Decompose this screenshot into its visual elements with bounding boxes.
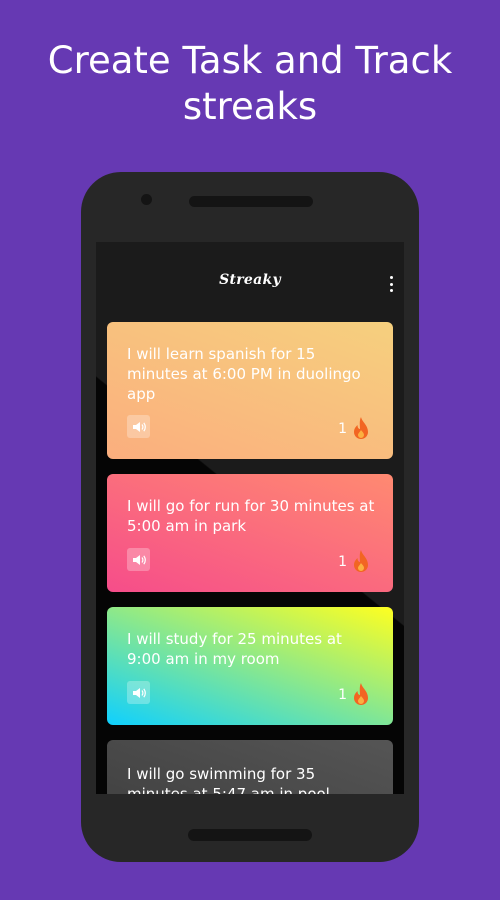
streak-indicator: 1 <box>338 549 371 575</box>
task-card-4[interactable]: I will go swimming for 35 minutes at 5:4… <box>107 740 393 794</box>
headline-line-2: streaks <box>182 85 318 128</box>
headline-line-1: Create Task and Track <box>47 39 453 82</box>
task-text: I will study for 25 minutes at 9:00 am i… <box>127 630 342 668</box>
streak-count: 1 <box>338 554 347 570</box>
task-card-1[interactable]: I will learn spanish for 15 minutes at 6… <box>107 322 393 459</box>
task-card-3[interactable]: I will study for 25 minutes at 9:00 am i… <box>107 607 393 725</box>
volume-icon[interactable] <box>127 415 150 438</box>
streak-indicator: 1 <box>338 416 371 442</box>
streak-indicator: 1 <box>338 682 371 708</box>
earpiece-speaker <box>189 196 313 207</box>
task-text: I will go swimming for 35 minutes at 5:4… <box>127 765 330 794</box>
streak-count: 1 <box>338 687 347 703</box>
flame-icon <box>354 683 368 705</box>
app-screen: Streaky I will learn spanish for 15 minu… <box>96 242 404 794</box>
camera-dot <box>141 194 152 205</box>
volume-icon[interactable] <box>127 548 150 571</box>
app-title: Streaky <box>219 272 281 288</box>
task-card-2[interactable]: I will go for run for 30 minutes at 5:00… <box>107 474 393 592</box>
flame-icon <box>354 417 368 439</box>
flame-icon <box>354 550 368 572</box>
task-text: I will go for run for 30 minutes at 5:00… <box>127 497 375 535</box>
streak-count: 1 <box>338 421 347 437</box>
more-vert-icon[interactable] <box>388 276 394 292</box>
bottom-speaker <box>188 829 312 841</box>
phone-frame: Streaky I will learn spanish for 15 minu… <box>81 172 419 862</box>
promo-headline: Create Task and Track streaks <box>0 38 500 130</box>
task-text: I will learn spanish for 15 minutes at 6… <box>127 345 361 403</box>
volume-icon[interactable] <box>127 681 150 704</box>
